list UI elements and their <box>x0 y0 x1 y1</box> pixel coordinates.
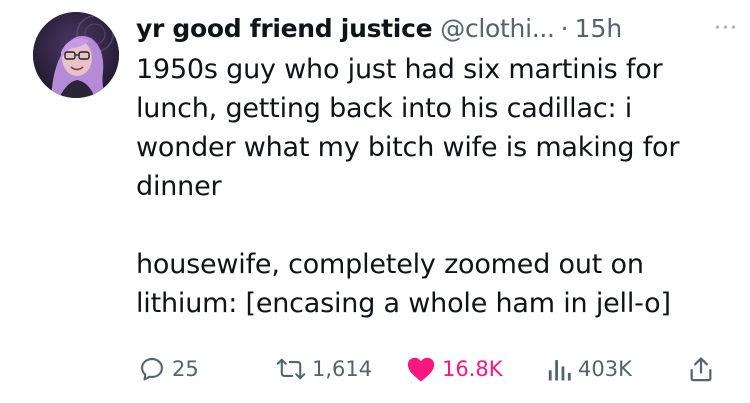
timestamp[interactable]: 15h <box>575 14 623 43</box>
author-name[interactable]: yr good friend justice <box>136 14 433 43</box>
avatar-image <box>33 12 119 98</box>
reply-button[interactable]: 25 <box>138 355 199 383</box>
reply-count: 25 <box>172 357 199 381</box>
tweet-paragraph-1: 1950s guy who just had six martinis for … <box>136 54 680 202</box>
retweet-button[interactable]: 1,614 <box>276 355 372 383</box>
views-icon <box>548 360 571 381</box>
author-handle[interactable]: @clothi... <box>440 14 555 43</box>
share-icon <box>690 357 712 382</box>
tweet-paragraph-2: housewife, completely zoomed out on lith… <box>136 249 671 319</box>
separator-dot: · <box>560 13 569 43</box>
retweet-icon <box>276 358 306 380</box>
tweet-header: yr good friend justice @clothi... · 15h … <box>136 10 738 46</box>
like-button[interactable]: 16.8K <box>406 355 503 383</box>
views-count: 403K <box>578 357 632 381</box>
tweet-text: 1950s guy who just had six martinis for … <box>136 50 736 323</box>
action-bar: 25 1,614 16.8K 403K <box>136 351 738 387</box>
views-button[interactable]: 403K <box>546 355 632 383</box>
like-count: 16.8K <box>442 357 503 381</box>
more-icon[interactable]: ··· <box>714 16 738 41</box>
retweet-count: 1,614 <box>312 357 373 381</box>
heart-icon <box>407 357 435 382</box>
share-button[interactable] <box>688 355 714 383</box>
avatar[interactable] <box>33 12 119 98</box>
reply-icon <box>141 358 163 381</box>
